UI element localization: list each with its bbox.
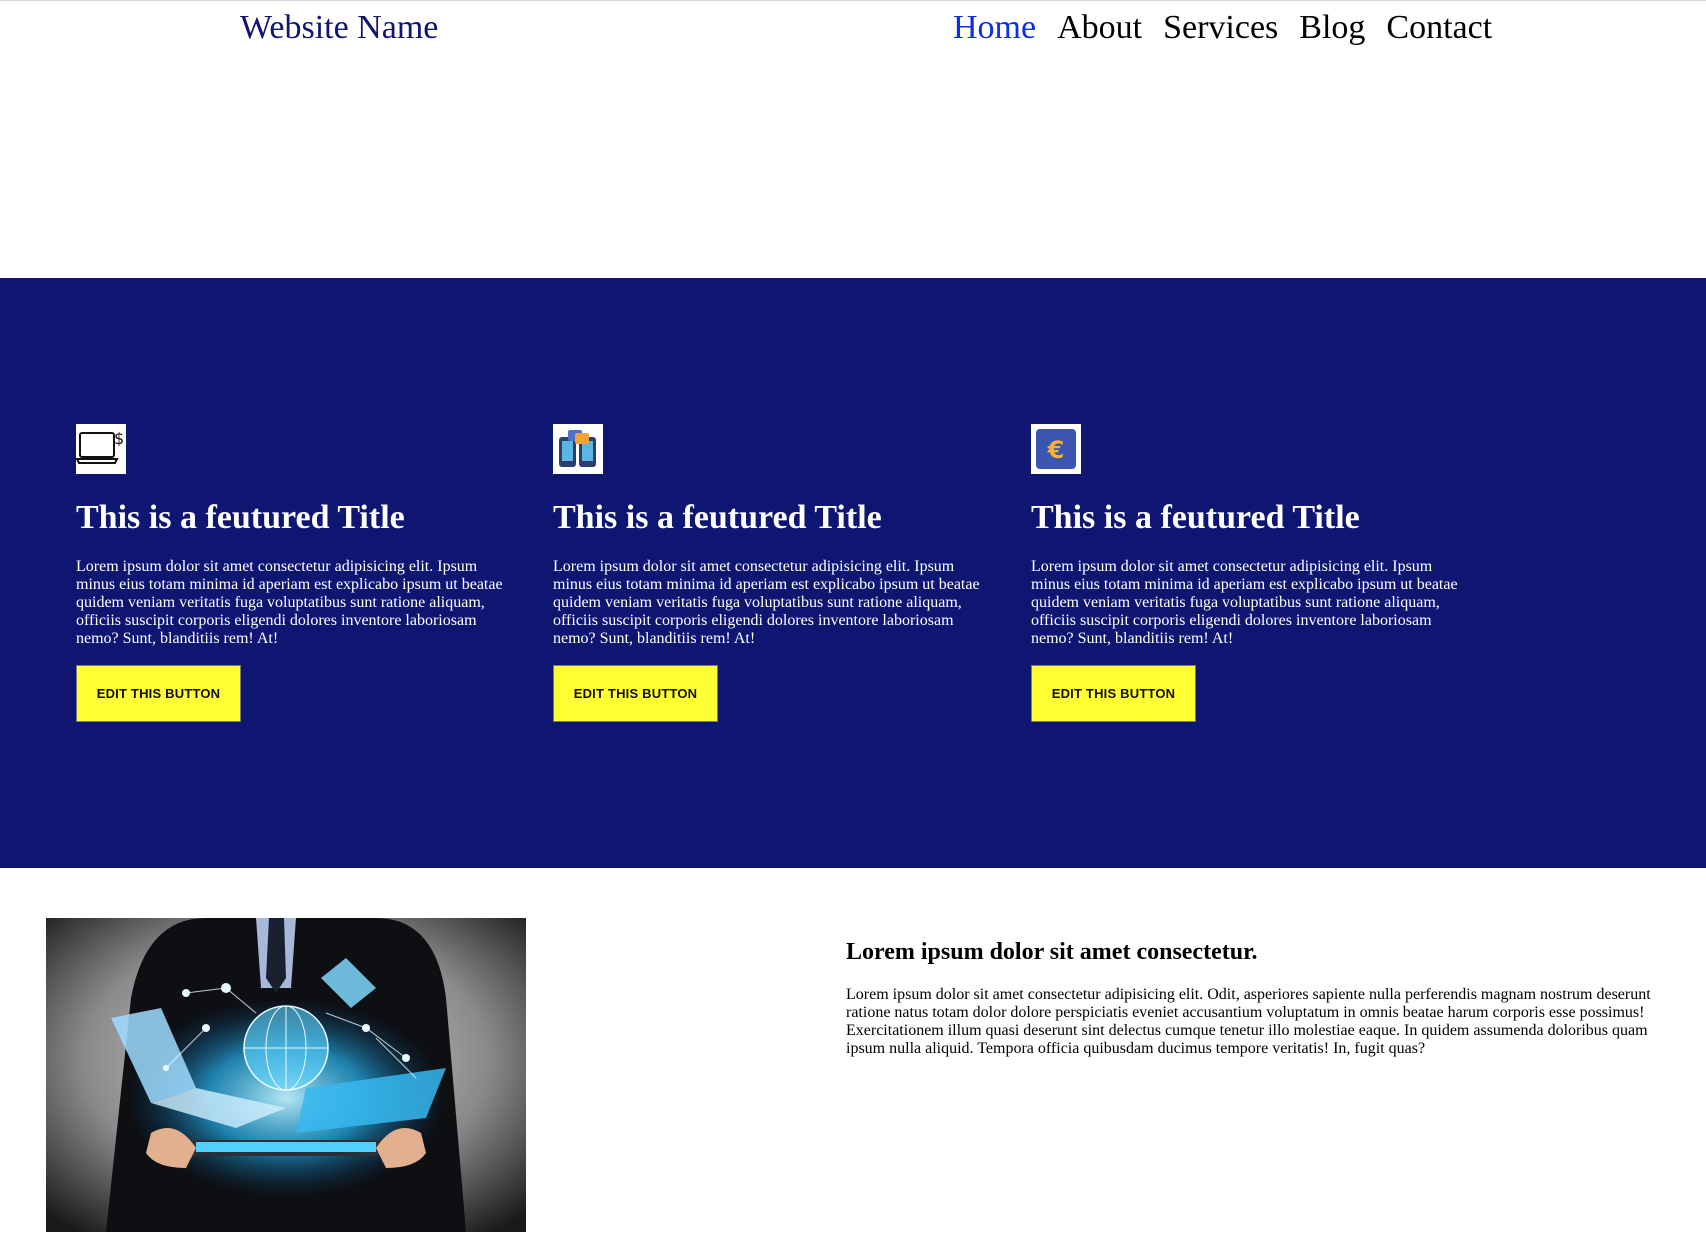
technology-image [46,918,526,1232]
top-border [0,0,1706,1]
edit-this-button[interactable]: EDIT THIS BUTTON [76,665,241,722]
site-brand-link[interactable]: Website Name [240,9,438,47]
feature-card: $ This is a feutured Title Lorem ipsum d… [76,424,516,722]
svg-text:€: € [1047,436,1065,464]
about-heading: Lorem ipsum dolor sit amet consectetur. [846,939,1258,965]
businessman-tablet-illustration [46,918,526,1232]
feature-title: This is a feutured Title [553,499,882,536]
feature-text: Lorem ipsum dolor sit amet consectetur a… [76,558,503,647]
laptop-dollar-icon: $ [76,424,126,474]
phones-chat-icon [553,424,603,474]
feature-text: Lorem ipsum dolor sit amet consectetur a… [1031,558,1458,647]
feature-title: This is a feutured Title [76,499,405,536]
feature-card: € This is a feutured Title Lorem ipsum d… [1031,424,1471,722]
feature-card: This is a feutured Title Lorem ipsum dol… [553,424,993,722]
nav-link-services[interactable]: Services [1163,9,1278,47]
svg-text:$: $ [114,429,124,448]
about-section: Lorem ipsum dolor sit amet consectetur. … [846,938,1656,1058]
nav-link-about[interactable]: About [1057,9,1142,47]
nav-link-blog[interactable]: Blog [1299,9,1365,47]
edit-this-button[interactable]: EDIT THIS BUTTON [1031,665,1196,722]
nav-link-contact[interactable]: Contact [1386,9,1492,47]
about-text: Lorem ipsum dolor sit amet consectetur a… [846,986,1651,1057]
main-nav: Home About Services Blog Contact [953,9,1492,47]
nav-link-home[interactable]: Home [953,9,1036,47]
feature-title: This is a feutured Title [1031,499,1360,536]
feature-text: Lorem ipsum dolor sit amet consectetur a… [553,558,980,647]
edit-this-button[interactable]: EDIT THIS BUTTON [553,665,718,722]
features-section: $ This is a feutured Title Lorem ipsum d… [0,278,1706,868]
euro-icon: € [1031,424,1081,474]
